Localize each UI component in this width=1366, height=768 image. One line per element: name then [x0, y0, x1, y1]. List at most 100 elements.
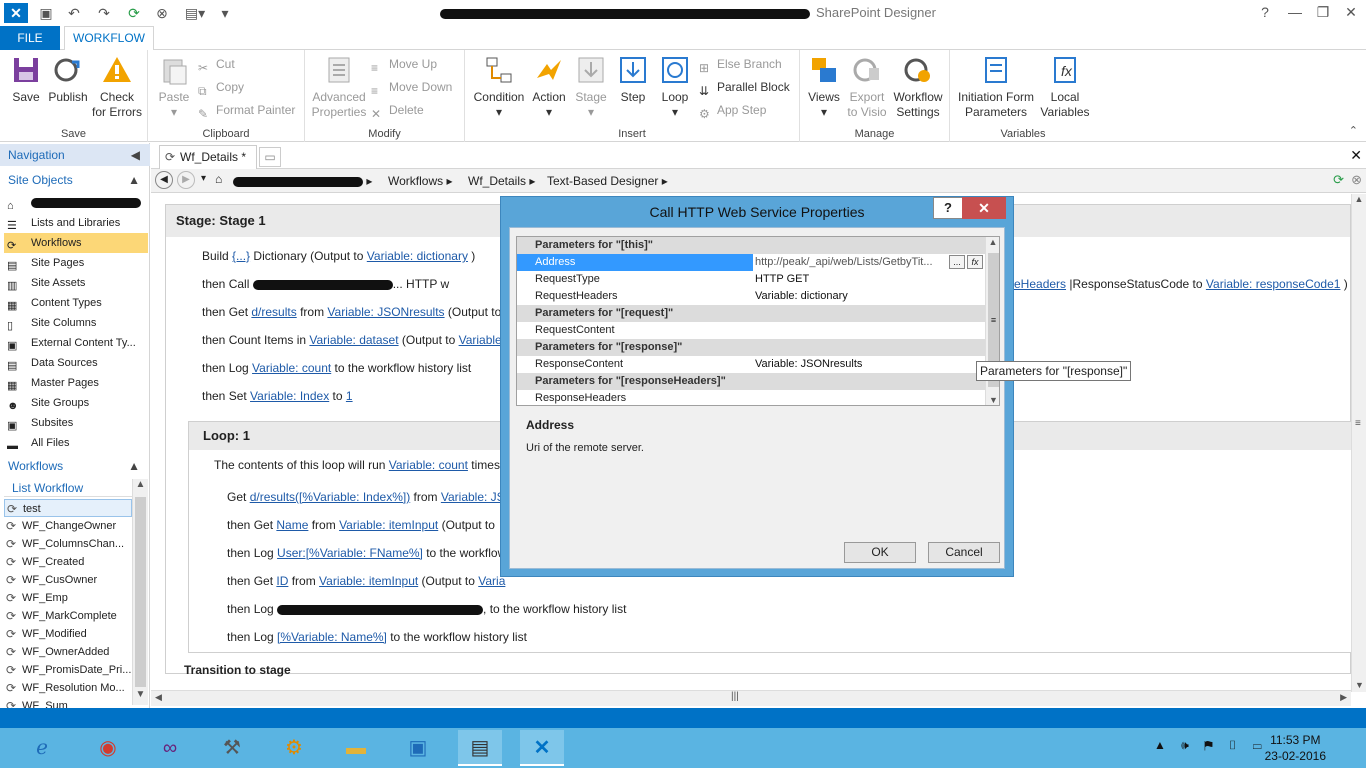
- ok-button[interactable]: OK: [844, 542, 916, 563]
- nav-data-sources[interactable]: ▤ Data Sources: [4, 353, 148, 373]
- nav-content-types[interactable]: ▦ Content Types: [4, 293, 148, 313]
- preview-icon[interactable]: ▤▾: [180, 3, 210, 23]
- function-builder-button[interactable]: fx: [967, 255, 983, 269]
- transition-to-stage[interactable]: Transition to stage: [184, 661, 291, 679]
- nav-all-files[interactable]: ▬ All Files: [4, 433, 148, 453]
- tab-file[interactable]: FILE: [0, 26, 60, 50]
- step-button[interactable]: Step: [613, 54, 653, 105]
- local-variables-button[interactable]: fx Local Variables: [1040, 54, 1090, 120]
- save-icon[interactable]: ▣: [36, 3, 56, 23]
- action-button[interactable]: Action ▾: [527, 54, 571, 120]
- publish-button[interactable]: Publish: [46, 54, 90, 105]
- parallel-block-button[interactable]: ⇊ Parallel Block: [699, 77, 790, 98]
- sharepoint-designer-icon[interactable]: ✕: [520, 730, 564, 766]
- nav-external-content-types[interactable]: ▣ External Content Ty...: [4, 333, 148, 353]
- check-for-errors-button[interactable]: Check for Errors: [90, 54, 144, 120]
- close-tab-icon[interactable]: ✕: [1350, 147, 1362, 164]
- server-manager-icon[interactable]: ▤: [458, 730, 502, 766]
- property-row-response-headers[interactable]: ResponseHeaders: [517, 390, 985, 405]
- condition-button[interactable]: Condition ▾: [469, 54, 529, 120]
- undo-icon[interactable]: ↶: [64, 3, 84, 23]
- stage-button[interactable]: Stage ▾: [571, 54, 611, 120]
- else-branch-button[interactable]: ⊞ Else Branch: [699, 54, 782, 75]
- workflow-item[interactable]: ⟳ WF_CusOwner: [4, 571, 132, 589]
- chrome-icon[interactable]: ◉: [86, 730, 130, 766]
- close-window-icon[interactable]: ✕: [1336, 2, 1366, 22]
- nav-site-pages[interactable]: ▤ Site Pages: [4, 253, 148, 273]
- workflow-item[interactable]: ⟳ WF_ChangeOwner: [4, 517, 132, 535]
- nav-workflows[interactable]: ⟳ Workflows: [4, 233, 148, 253]
- workflow-item[interactable]: ⟳ test: [4, 499, 132, 517]
- breadcrumb-workflows[interactable]: Workflows ▸: [388, 172, 452, 190]
- breadcrumb-wf-details[interactable]: Wf_Details ▸: [468, 172, 535, 190]
- move-down-button[interactable]: ≡ Move Down: [371, 77, 452, 98]
- collapse-ribbon-icon[interactable]: ⌃: [1349, 124, 1358, 137]
- refresh-icon[interactable]: ⟳: [124, 3, 144, 23]
- workflow-item[interactable]: ⟳ WF_PromisDate_Pri...: [4, 661, 132, 679]
- cut-button[interactable]: ✂ Cut: [198, 54, 235, 75]
- loop-button[interactable]: Loop ▾: [655, 54, 695, 120]
- breadcrumb-text-based-designer[interactable]: Text-Based Designer ▸: [547, 172, 668, 190]
- nav-site-home[interactable]: ⌂: [4, 193, 148, 213]
- workflow-settings-button[interactable]: Workflow Settings: [890, 54, 946, 120]
- property-row-request-type[interactable]: RequestType HTTP GET: [517, 271, 985, 288]
- tray-icons[interactable]: ▲ 🕪 ⚑ ▯ ▭: [1154, 738, 1268, 753]
- workflow-item[interactable]: ⟳ WF_Resolution Mo...: [4, 679, 132, 697]
- designer-horizontal-scrollbar[interactable]: ◀ ||| ▶: [151, 690, 1351, 706]
- export-to-visio-button[interactable]: Export to Visio: [844, 54, 890, 120]
- save-button[interactable]: Save: [6, 54, 46, 105]
- new-tab-button[interactable]: ▭: [259, 147, 281, 167]
- workflow-item[interactable]: ⟳ WF_Emp: [4, 589, 132, 607]
- breadcrumb-site[interactable]: ▸: [233, 172, 372, 190]
- property-row-request-content[interactable]: RequestContent: [517, 322, 985, 339]
- dialog-help-button[interactable]: ?: [933, 197, 963, 219]
- tools-icon[interactable]: ⚒: [210, 730, 254, 766]
- clock[interactable]: 11:53 PM 23-02-2016: [1265, 732, 1326, 764]
- workflow-item[interactable]: ⟳ WF_MarkComplete: [4, 607, 132, 625]
- delete-button[interactable]: ✕ Delete: [371, 100, 424, 121]
- minimize-icon[interactable]: —: [1280, 2, 1310, 22]
- home-icon[interactable]: ⌂: [215, 172, 222, 186]
- nav-subsites[interactable]: ▣ Subsites: [4, 413, 148, 433]
- copy-button[interactable]: ⧉ Copy: [198, 77, 244, 98]
- tab-workflow[interactable]: WORKFLOW: [64, 26, 154, 51]
- workflow-item[interactable]: ⟳ WF_ColumnsChan...: [4, 535, 132, 553]
- setup-tools-icon[interactable]: ⚙: [272, 730, 316, 766]
- visual-studio-icon[interactable]: ∞: [148, 730, 192, 766]
- tab-wf-details[interactable]: ⟳ Wf_Details *: [159, 145, 257, 169]
- workflow-item[interactable]: ⟳ WF_Sum: [4, 697, 132, 708]
- workflow-item[interactable]: ⟳ WF_OwnerAdded: [4, 643, 132, 661]
- app-step-button[interactable]: ⚙ App Step: [699, 100, 766, 121]
- paste-button[interactable]: Paste ▾: [154, 54, 194, 120]
- views-button[interactable]: Views ▾: [804, 54, 844, 120]
- collapse-nav-icon[interactable]: ◀: [131, 144, 140, 166]
- nav-master-pages[interactable]: ▦ Master Pages: [4, 373, 148, 393]
- workflows-header[interactable]: Workflows ▲: [0, 455, 150, 477]
- redo-icon[interactable]: ↷: [94, 3, 114, 23]
- advanced-properties-button[interactable]: Advanced Properties: [309, 54, 369, 120]
- internet-explorer-icon[interactable]: ℯ: [20, 730, 64, 766]
- move-up-button[interactable]: ≡ Move Up: [371, 54, 437, 75]
- designer-vertical-scrollbar[interactable]: ▲ ≡ ▼: [1351, 194, 1366, 692]
- format-painter-button[interactable]: ✎ Format Painter: [198, 100, 295, 121]
- workflow-item[interactable]: ⟳ WF_Modified: [4, 625, 132, 643]
- forward-button[interactable]: ▶: [177, 171, 195, 189]
- help-icon[interactable]: ?: [1250, 2, 1280, 22]
- stop-icon[interactable]: ⊗: [152, 3, 172, 23]
- nav-site-columns[interactable]: ▯ Site Columns: [4, 313, 148, 333]
- property-row-address[interactable]: Address http://peak/_api/web/Lists/Getby…: [517, 254, 985, 271]
- back-button[interactable]: ◀: [155, 171, 173, 189]
- workflows-scrollbar[interactable]: ▲ ▼: [132, 479, 148, 705]
- property-row-request-headers[interactable]: RequestHeaders Variable: dictionary: [517, 288, 985, 305]
- collapse-site-objects-icon[interactable]: ▲: [128, 169, 140, 191]
- workflow-item[interactable]: ⟳ WF_Created: [4, 553, 132, 571]
- refresh-icon[interactable]: ⟳: [1333, 172, 1344, 188]
- restore-icon[interactable]: ❐: [1308, 2, 1338, 22]
- remote-desktop-icon[interactable]: ▣: [396, 730, 440, 766]
- nav-lists-and-libraries[interactable]: ☰ Lists and Libraries: [4, 213, 148, 233]
- nav-site-assets[interactable]: ▥ Site Assets: [4, 273, 148, 293]
- cancel-button[interactable]: Cancel: [928, 542, 1000, 563]
- property-row-response-content[interactable]: ResponseContent Variable: JSONresults: [517, 356, 985, 373]
- breadcrumb-dropdown-icon[interactable]: ▾: [201, 173, 206, 184]
- stop-icon[interactable]: ⊗: [1351, 172, 1362, 188]
